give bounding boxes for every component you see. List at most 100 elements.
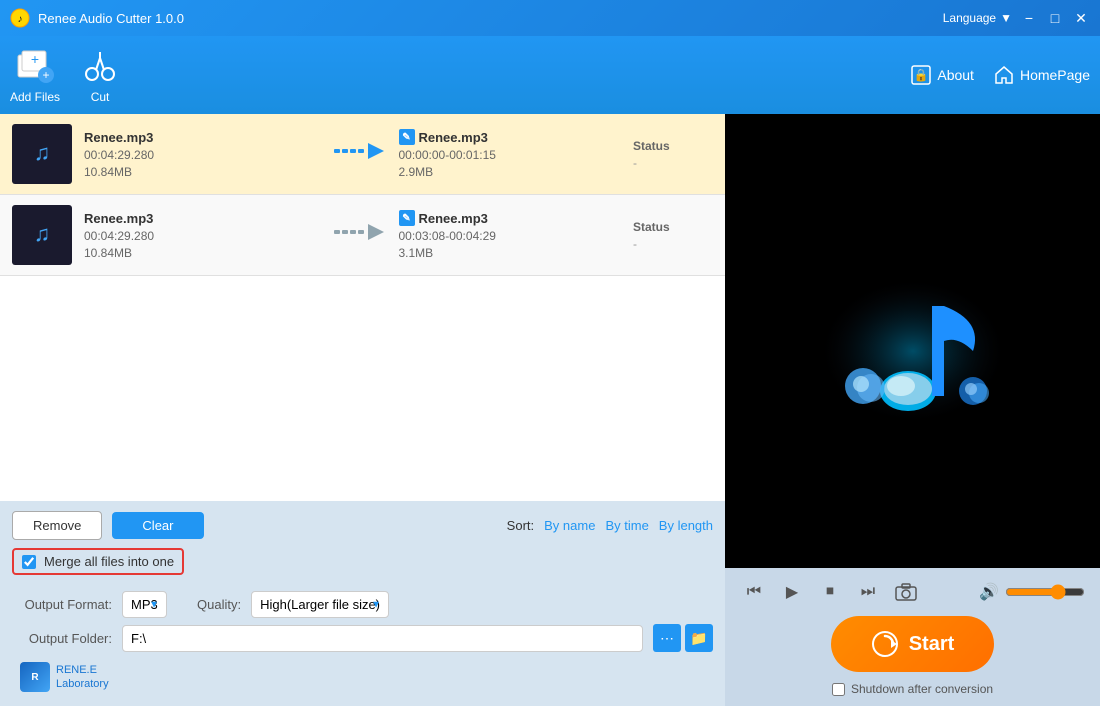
right-panel: ⏮ ▶ ⏹ ⏭ 🔊 bbox=[725, 114, 1100, 706]
start-label: Start bbox=[909, 633, 955, 656]
playback-controls: ⏮ ▶ ⏹ ⏭ 🔊 bbox=[740, 578, 1085, 606]
volume-slider[interactable] bbox=[1005, 584, 1085, 600]
status-value: - bbox=[633, 237, 637, 251]
toolbar: + + Add Files Cut 🔒 About HomePage bbox=[0, 36, 1100, 114]
renee-logo-text: RENE.E Laboratory bbox=[56, 663, 109, 692]
file-name: Renee.mp3 bbox=[84, 130, 319, 145]
bottom-controls: Remove Clear Sort: By name By time By le… bbox=[0, 501, 725, 706]
renee-logo: R RENE.E Laboratory bbox=[12, 658, 713, 696]
folder-buttons: ⋯ 📁 bbox=[653, 624, 713, 652]
folder-label: Output Folder: bbox=[12, 631, 112, 646]
format-row: Output Format: MP3 Quality: High(Larger … bbox=[12, 591, 713, 618]
file-size: 10.84MB bbox=[84, 165, 319, 179]
status-area: Status - bbox=[633, 220, 713, 251]
table-row: ♫ Renee.mp3 00:04:29.280 10.84MB bbox=[0, 114, 725, 195]
file-thumbnail: ♫ bbox=[12, 124, 72, 184]
status-label: Status bbox=[633, 220, 670, 234]
homepage-label: HomePage bbox=[1020, 67, 1090, 83]
svg-text:🔒: 🔒 bbox=[914, 68, 929, 82]
status-value: - bbox=[633, 156, 637, 170]
file-info: Renee.mp3 00:04:29.280 10.84MB bbox=[84, 130, 319, 179]
quality-label: Quality: bbox=[197, 597, 241, 612]
cut-button[interactable]: Cut bbox=[80, 46, 120, 104]
file-size: 10.84MB bbox=[84, 246, 319, 260]
file-thumbnail: ♫ bbox=[12, 205, 72, 265]
format-select[interactable]: MP3 bbox=[122, 591, 167, 618]
skip-forward-button[interactable]: ⏭ bbox=[854, 578, 882, 606]
output-name: ✎ Renee.mp3 bbox=[399, 210, 634, 226]
output-info: ✎ Renee.mp3 00:03:08-00:04:29 3.1MB bbox=[399, 210, 634, 260]
volume-icon: 🔊 bbox=[979, 582, 999, 602]
folder-browse-button[interactable]: ⋯ bbox=[653, 624, 681, 652]
folder-open-button[interactable]: 📁 bbox=[685, 624, 713, 652]
format-label: Output Format: bbox=[12, 597, 112, 612]
volume-area: 🔊 bbox=[979, 582, 1085, 602]
quality-select[interactable]: High(Larger file size) bbox=[251, 591, 389, 618]
output-name: ✎ Renee.mp3 bbox=[399, 129, 634, 145]
output-size: 2.9MB bbox=[399, 165, 634, 179]
file-name: Renee.mp3 bbox=[84, 211, 319, 226]
file-duration: 00:04:29.280 bbox=[84, 148, 319, 162]
window-controls: Language ▼ − □ ✕ bbox=[943, 9, 1090, 27]
about-label: About bbox=[937, 67, 974, 83]
app-logo: ♪ bbox=[10, 8, 30, 28]
cut-label: Cut bbox=[91, 90, 110, 104]
renee-logo-icon: R bbox=[20, 662, 50, 692]
status-area: Status - bbox=[633, 139, 713, 170]
quality-select-wrapper: High(Larger file size) bbox=[251, 591, 389, 618]
toolbar-right: 🔒 About HomePage bbox=[911, 65, 1090, 85]
edit-icon: ✎ bbox=[399, 210, 415, 226]
output-time: 00:00:00-00:01:15 bbox=[399, 148, 634, 162]
sort-by-time[interactable]: By time bbox=[605, 518, 648, 533]
controls-panel: ⏮ ▶ ⏹ ⏭ 🔊 bbox=[725, 568, 1100, 706]
svg-text:♪: ♪ bbox=[18, 14, 23, 25]
cut-icon bbox=[80, 46, 120, 86]
add-files-button[interactable]: + + Add Files bbox=[10, 46, 60, 104]
add-files-label: Add Files bbox=[10, 90, 60, 104]
skip-back-button[interactable]: ⏮ bbox=[740, 578, 768, 606]
about-button[interactable]: 🔒 About bbox=[911, 65, 974, 85]
file-list: ♫ Renee.mp3 00:04:29.280 10.84MB bbox=[0, 114, 725, 501]
action-row: Remove Clear Sort: By name By time By le… bbox=[12, 511, 713, 540]
svg-text:♫: ♫ bbox=[34, 221, 51, 246]
svg-text:♫: ♫ bbox=[34, 140, 51, 165]
camera-button[interactable] bbox=[892, 578, 920, 606]
file-duration: 00:04:29.280 bbox=[84, 229, 319, 243]
shutdown-checkbox[interactable] bbox=[832, 683, 845, 696]
svg-text:+: + bbox=[43, 68, 50, 82]
output-info: ✎ Renee.mp3 00:00:00-00:01:15 2.9MB bbox=[399, 129, 634, 179]
shutdown-label: Shutdown after conversion bbox=[851, 682, 993, 696]
sort-by-name[interactable]: By name bbox=[544, 518, 595, 533]
sort-by-length[interactable]: By length bbox=[659, 518, 713, 533]
shutdown-row: Shutdown after conversion bbox=[740, 682, 1085, 696]
format-select-wrapper: MP3 bbox=[122, 591, 167, 618]
language-selector[interactable]: Language ▼ bbox=[943, 11, 1012, 25]
merge-row: Merge all files into one bbox=[12, 548, 713, 583]
arrow-area bbox=[319, 139, 399, 170]
stop-button[interactable]: ⏹ bbox=[816, 578, 844, 606]
start-button[interactable]: Start bbox=[831, 616, 995, 672]
arrow-icon bbox=[334, 220, 384, 251]
edit-icon: ✎ bbox=[399, 129, 415, 145]
app-title: Renee Audio Cutter 1.0.0 bbox=[38, 11, 943, 26]
remove-button[interactable]: Remove bbox=[12, 511, 102, 540]
merge-container: Merge all files into one bbox=[12, 548, 184, 575]
folder-row: Output Folder: ⋯ 📁 bbox=[12, 624, 713, 652]
merge-checkbox[interactable] bbox=[22, 555, 36, 569]
left-panel: ♫ Renee.mp3 00:04:29.280 10.84MB bbox=[0, 114, 725, 706]
folder-input[interactable] bbox=[122, 625, 643, 652]
clear-button[interactable]: Clear bbox=[112, 512, 203, 539]
table-row: ♫ Renee.mp3 00:04:29.280 10.84MB bbox=[0, 195, 725, 276]
arrow-area bbox=[319, 220, 399, 251]
close-button[interactable]: ✕ bbox=[1072, 9, 1090, 27]
homepage-button[interactable]: HomePage bbox=[994, 65, 1090, 85]
minimize-button[interactable]: − bbox=[1020, 9, 1038, 27]
preview-area bbox=[725, 114, 1100, 568]
play-button[interactable]: ▶ bbox=[778, 578, 806, 606]
maximize-button[interactable]: □ bbox=[1046, 9, 1064, 27]
merge-label: Merge all files into one bbox=[44, 554, 174, 569]
sort-label: Sort: bbox=[507, 518, 534, 533]
file-info: Renee.mp3 00:04:29.280 10.84MB bbox=[84, 211, 319, 260]
status-label: Status bbox=[633, 139, 670, 153]
main-container: ♫ Renee.mp3 00:04:29.280 10.84MB bbox=[0, 114, 1100, 706]
